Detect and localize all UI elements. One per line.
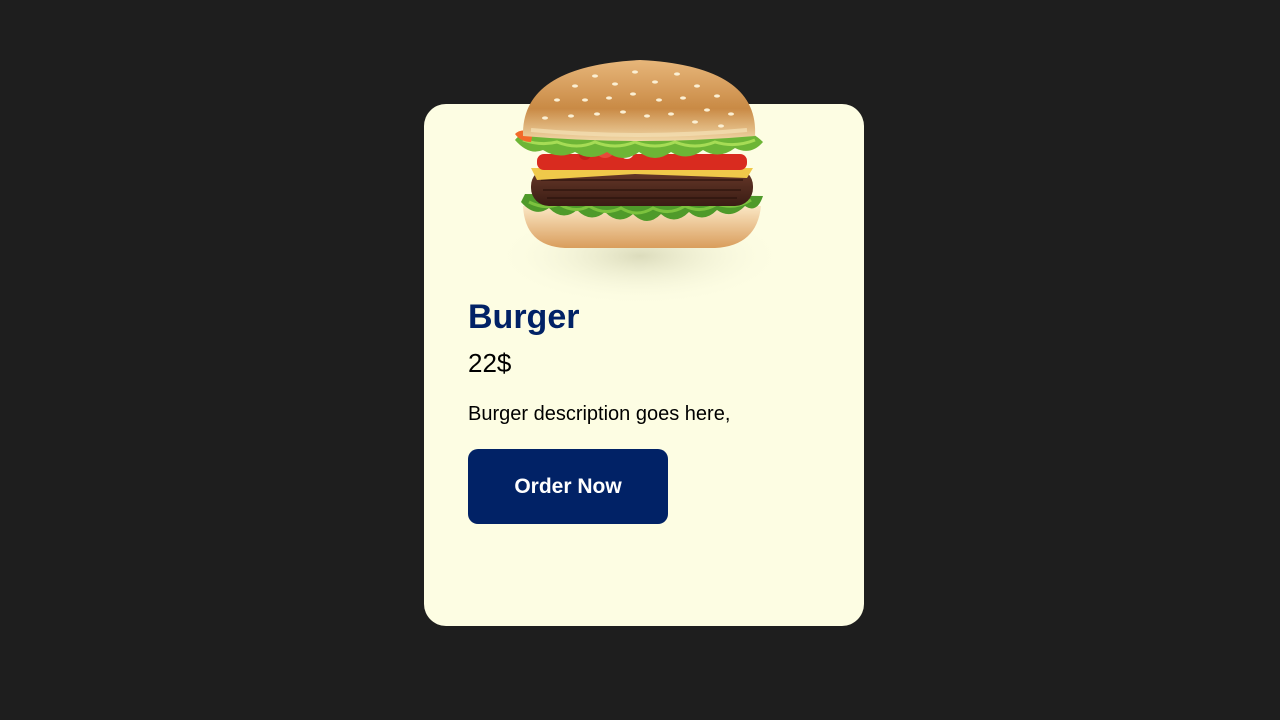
burger-illustration xyxy=(495,60,785,306)
order-now-button[interactable]: Order Now xyxy=(468,449,668,524)
product-title: Burger xyxy=(468,298,580,336)
burger-image xyxy=(485,56,795,306)
product-price: 22$ xyxy=(468,348,512,378)
page: Burger 22$ Burger description goes here,… xyxy=(0,0,1280,720)
product-description: Burger description goes here, xyxy=(468,403,731,425)
